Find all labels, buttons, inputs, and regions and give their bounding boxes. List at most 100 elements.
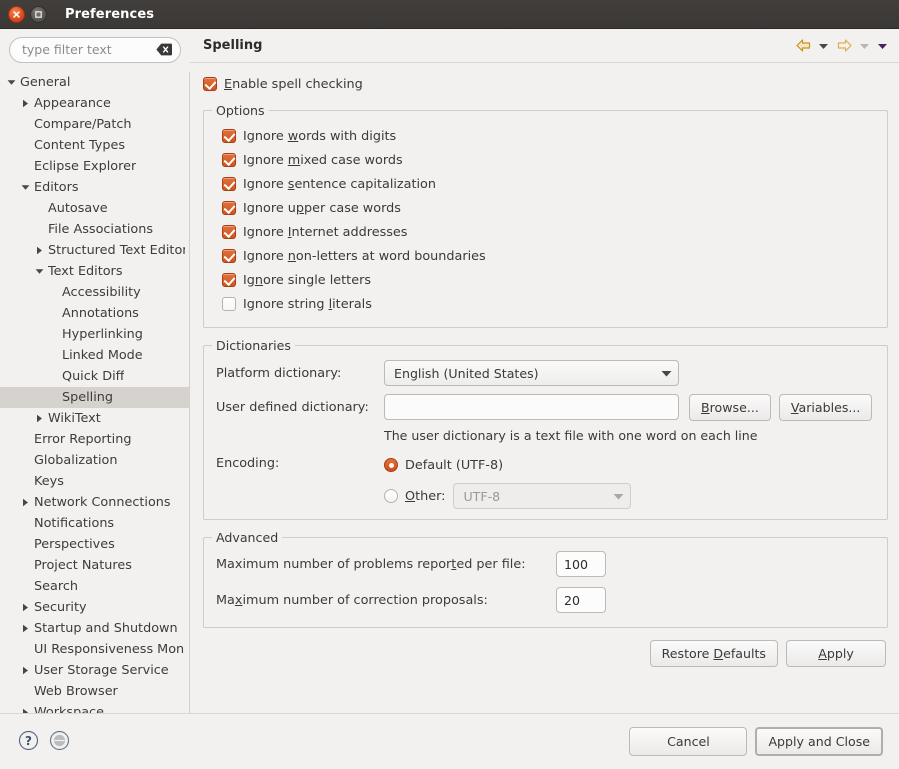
platform-dictionary-value: English (United States) [394, 365, 539, 381]
option-checkbox-0[interactable]: Ignore words with digits [222, 124, 875, 148]
apply-and-close-label: Apply and Close [768, 734, 870, 749]
sidebar-item-accessibility[interactable]: Accessibility [0, 282, 189, 303]
user-dictionary-input[interactable] [384, 394, 679, 420]
sidebar-item-startup-and-shutdown[interactable]: Startup and Shutdown [0, 618, 189, 639]
enable-spell-checking-label: Enable spell checking [224, 76, 363, 92]
apply-button[interactable]: Apply [786, 640, 886, 667]
info-icon[interactable] [49, 730, 70, 754]
sidebar-item-eclipse-explorer[interactable]: Eclipse Explorer [0, 156, 189, 177]
maximize-icon[interactable] [30, 5, 47, 23]
variables-button[interactable]: Variables... [778, 393, 873, 421]
sidebar-item-security[interactable]: Security [0, 597, 189, 618]
clear-icon[interactable] [156, 43, 172, 56]
chevron-down-icon[interactable] [19, 184, 31, 191]
option-checkbox-4[interactable]: Ignore Internet addresses [222, 220, 875, 244]
chevron-right-icon[interactable] [19, 99, 31, 108]
encoding-other-radio[interactable]: Other: UTF-8 [384, 483, 632, 509]
sidebar-item-label: Search [34, 578, 78, 594]
search-input[interactable] [22, 42, 152, 58]
apply-and-close-button[interactable]: Apply and Close [755, 727, 883, 756]
option-checkbox-5[interactable]: Ignore non-letters at word boundaries [222, 244, 875, 268]
chevron-down-icon[interactable] [5, 79, 17, 86]
sidebar-item-general[interactable]: General [0, 72, 189, 93]
sidebar-item-text-editors[interactable]: Text Editors [0, 261, 189, 282]
sidebar-item-globalization[interactable]: Globalization [0, 450, 189, 471]
encoding-default-radio[interactable]: Default (UTF-8) [384, 452, 631, 478]
chevron-down-icon[interactable] [815, 35, 832, 57]
chevron-right-icon[interactable] [19, 603, 31, 612]
sidebar-item-spelling[interactable]: Spelling [0, 386, 189, 408]
sidebar-item-wikitext[interactable]: WikiText [0, 408, 189, 429]
arrow-left-icon[interactable] [792, 35, 814, 57]
sidebar-item-quick-diff[interactable]: Quick Diff [0, 366, 189, 387]
option-checkbox-6[interactable]: Ignore single letters [222, 268, 875, 292]
dialog-body: General Appearance Compare/Patch Content Ty… [0, 29, 899, 713]
sidebar-item-label: Compare/Patch [34, 116, 132, 132]
option-checkbox-3[interactable]: Ignore upper case words [222, 196, 875, 220]
sidebar-item-label: Quick Diff [62, 368, 125, 384]
sidebar-item-content-types[interactable]: Content Types [0, 135, 189, 156]
encoding-other-select[interactable]: UTF-8 [453, 483, 632, 509]
chevron-down-icon[interactable] [33, 268, 45, 275]
sidebar-item-label: Keys [34, 473, 64, 489]
checkbox-indicator [203, 77, 217, 91]
sidebar-item-error-reporting[interactable]: Error Reporting [0, 429, 189, 450]
sidebar-item-ui-responsiveness-monitoring[interactable]: UI Responsiveness Monitoring [0, 639, 189, 660]
sidebar-item-appearance[interactable]: Appearance [0, 93, 189, 114]
advanced-group: Advanced Maximum number of problems repo… [203, 530, 888, 628]
chevron-down-icon[interactable] [874, 35, 891, 57]
max-proposals-input[interactable]: 20 [556, 587, 606, 613]
sidebar-item-hyperlinking[interactable]: Hyperlinking [0, 324, 189, 345]
sidebar-item-user-storage-service[interactable]: User Storage Service [0, 660, 189, 681]
sidebar-item-web-browser[interactable]: Web Browser [0, 681, 189, 702]
encoding-options: Default (UTF-8) Other: UTF-8 [384, 452, 632, 509]
sidebar-item-label: Editors [34, 179, 79, 195]
encoding-other-label: Other: [405, 488, 446, 504]
sidebar-item-label: Error Reporting [34, 431, 132, 447]
chevron-right-icon[interactable] [19, 666, 31, 675]
page-navigation [792, 35, 891, 57]
option-checkbox-7[interactable]: Ignore string literals [222, 292, 875, 316]
sidebar-item-label: Web Browser [34, 683, 118, 699]
option-checkbox-2[interactable]: Ignore sentence capitalization [222, 172, 875, 196]
sidebar-item-perspectives[interactable]: Perspectives [0, 534, 189, 555]
cancel-button[interactable]: Cancel [629, 727, 748, 756]
chevron-down-icon[interactable] [856, 35, 873, 57]
sidebar-item-editors[interactable]: Editors [0, 177, 189, 198]
sidebar-item-compare-patch[interactable]: Compare/Patch [0, 114, 189, 135]
max-proposals-row: Maximum number of correction proposals: … [216, 585, 875, 615]
tree-items: General Appearance Compare/Patch Content Ty… [0, 72, 189, 713]
checkbox-indicator [222, 129, 236, 143]
browse-button[interactable]: Browse... [689, 393, 771, 421]
sidebar-item-network-connections[interactable]: Network Connections [0, 492, 189, 513]
chevron-right-icon[interactable] [19, 624, 31, 633]
max-problems-value: 100 [564, 556, 589, 572]
sidebar-item-file-associations[interactable]: File Associations [0, 219, 189, 240]
preferences-tree[interactable]: General Appearance Compare/Patch Content Ty… [0, 71, 190, 713]
arrow-right-icon[interactable] [833, 35, 855, 57]
restore-defaults-button[interactable]: Restore Defaults [649, 640, 778, 667]
sidebar-item-structured-text-editors[interactable]: Structured Text Editors [0, 240, 189, 261]
chevron-right-icon[interactable] [33, 246, 45, 255]
filter-box[interactable] [9, 37, 181, 63]
chevron-right-icon[interactable] [33, 414, 45, 423]
sidebar-item-keys[interactable]: Keys [0, 471, 189, 492]
enable-spell-checking-checkbox[interactable]: Enable spell checking [203, 73, 888, 95]
chevron-right-icon[interactable] [19, 498, 31, 507]
sidebar-item-autosave[interactable]: Autosave [0, 198, 189, 219]
sidebar-item-linked-mode[interactable]: Linked Mode [0, 345, 189, 366]
max-proposals-label: Maximum number of correction proposals: [216, 592, 488, 608]
help-icon[interactable]: ? [18, 730, 39, 754]
close-icon[interactable] [8, 5, 25, 23]
sidebar-item-annotations[interactable]: Annotations [0, 303, 189, 324]
sidebar-item-project-natures[interactable]: Project Natures [0, 555, 189, 576]
cancel-label: Cancel [667, 734, 710, 749]
max-problems-input[interactable]: 100 [556, 551, 606, 577]
chevron-down-icon [605, 493, 624, 500]
sidebar-item-notifications[interactable]: Notifications [0, 513, 189, 534]
sidebar-item-search[interactable]: Search [0, 576, 189, 597]
sidebar-item-label: Text Editors [48, 263, 123, 279]
option-checkbox-1[interactable]: Ignore mixed case words [222, 148, 875, 172]
chevron-down-icon [653, 370, 672, 377]
platform-dictionary-select[interactable]: English (United States) [384, 360, 679, 386]
